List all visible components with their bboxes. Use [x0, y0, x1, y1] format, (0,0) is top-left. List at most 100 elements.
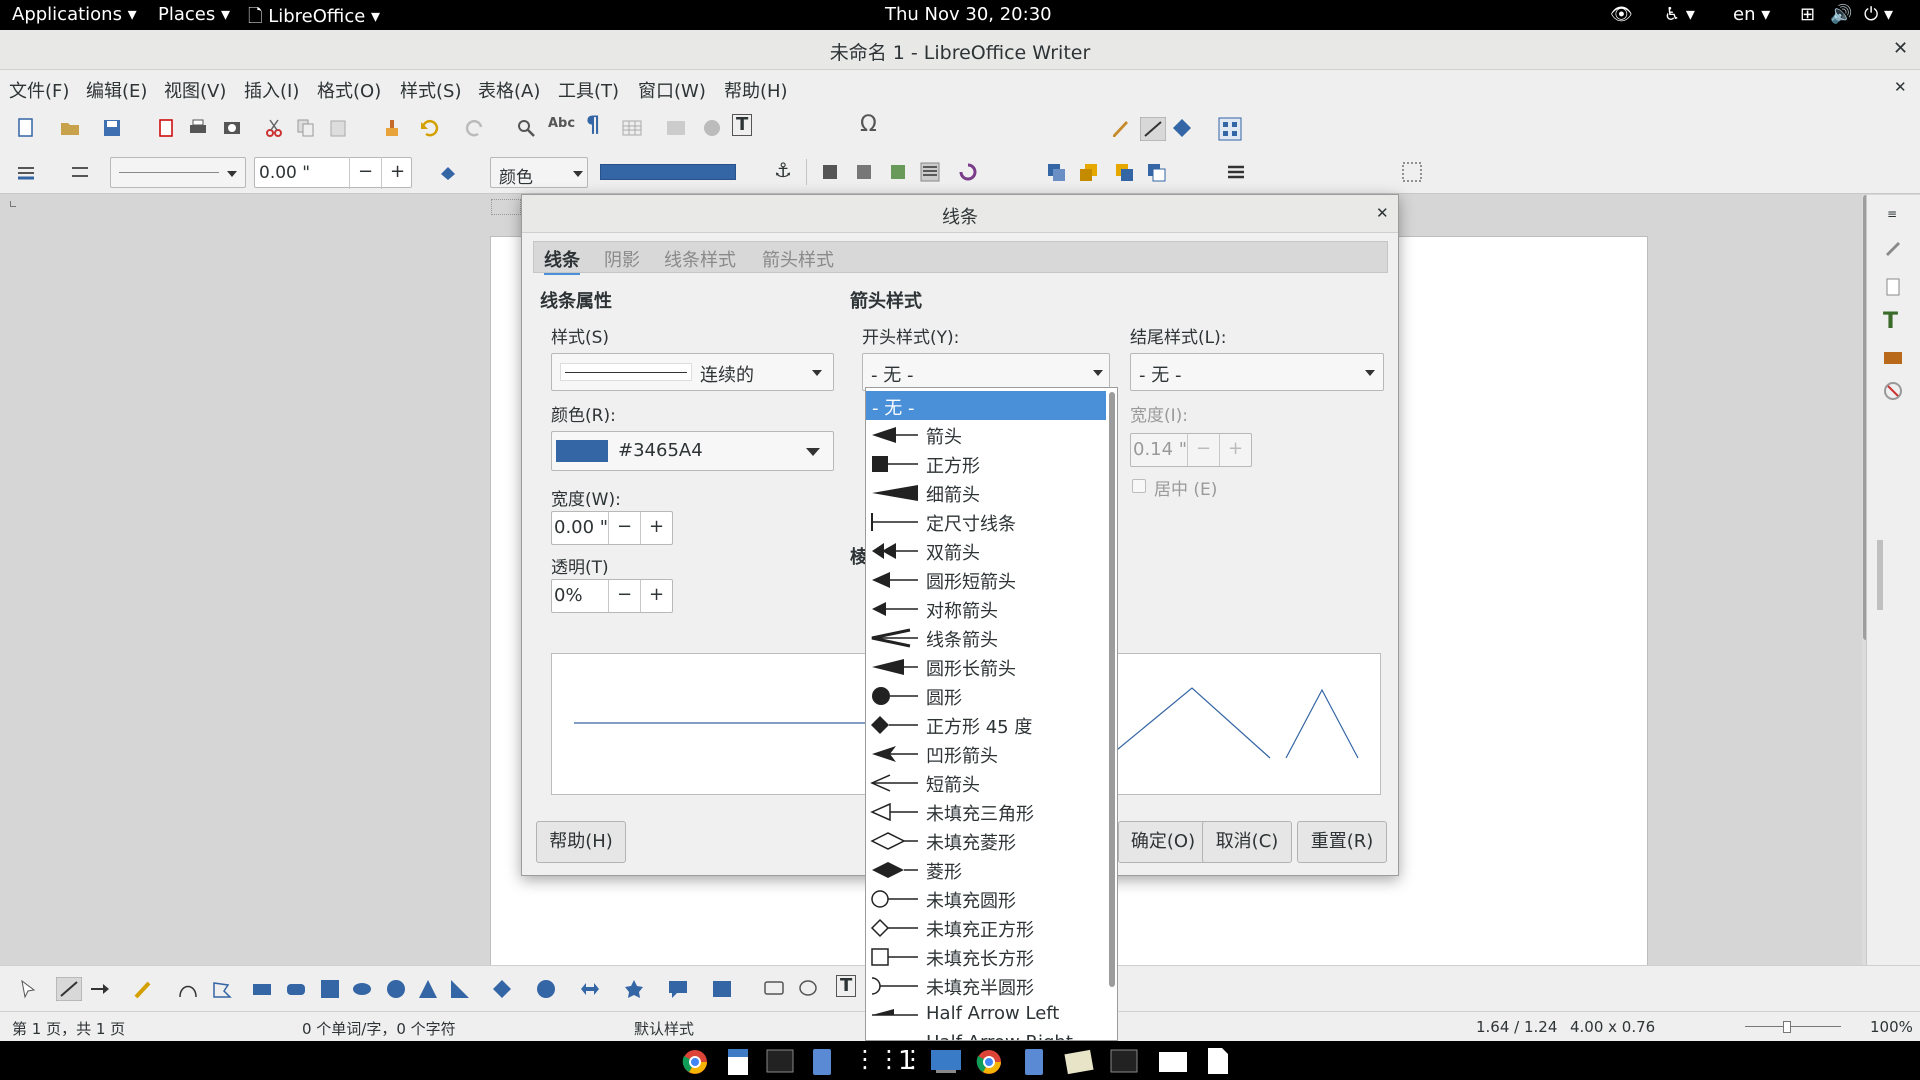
- wrap-through-icon[interactable]: [920, 162, 940, 182]
- end-width-decrement-button[interactable]: −: [1187, 434, 1219, 466]
- line-width-spinbox[interactable]: 0.00 " − +: [254, 157, 412, 189]
- anchor-icon[interactable]: ⚓: [774, 158, 792, 182]
- page-icon[interactable]: [1883, 277, 1903, 297]
- dropdown-option-none[interactable]: - 无 -: [866, 391, 1106, 420]
- image-viewer-icon[interactable]: [1064, 1049, 1094, 1075]
- terminal-icon[interactable]: [766, 1049, 794, 1073]
- dropdown-option-diamond[interactable]: 菱形: [866, 855, 1106, 884]
- to-foreground-icon[interactable]: [1226, 162, 1246, 182]
- dropdown-option-round-short-arrow[interactable]: 圆形短箭头: [866, 565, 1106, 594]
- area-style-select[interactable]: 颜色: [490, 157, 588, 188]
- menu-styles[interactable]: 样式(S): [400, 77, 461, 103]
- open-folder-icon[interactable]: [60, 118, 80, 138]
- arrow-line-icon[interactable]: [90, 979, 110, 999]
- line-style-dropdown[interactable]: 连续的: [551, 353, 834, 391]
- sidebar-toggle-icon[interactable]: [1218, 117, 1242, 141]
- backward-one-icon[interactable]: [1114, 162, 1134, 182]
- document-close-icon[interactable]: ✕: [1894, 78, 1907, 96]
- copy-icon[interactable]: [296, 118, 316, 138]
- flowchart-icon[interactable]: [712, 979, 732, 999]
- page-count[interactable]: 第 1 页，共 1 页: [12, 1018, 125, 1039]
- dropdown-option-line-arrow[interactable]: 线条箭头: [866, 623, 1106, 652]
- print-preview-icon[interactable]: [222, 118, 242, 138]
- redo-icon[interactable]: [464, 118, 484, 138]
- zoom-slider[interactable]: [1745, 1026, 1841, 1027]
- network-icon[interactable]: ⊞: [1800, 4, 1815, 25]
- dialog-close-icon[interactable]: ✕: [1376, 204, 1389, 222]
- wrap-page-icon[interactable]: [854, 162, 874, 182]
- curve-icon[interactable]: [178, 979, 198, 999]
- file-icon[interactable]: [810, 1048, 834, 1076]
- sidebar-menu-icon[interactable]: ≡: [1887, 207, 1897, 221]
- file-icon-2[interactable]: [1022, 1048, 1046, 1076]
- places-menu[interactable]: Places ▾: [158, 4, 230, 25]
- line-tool-icon[interactable]: [1140, 117, 1166, 141]
- polygon-icon[interactable]: [212, 979, 232, 999]
- zoom-level[interactable]: 100%: [1870, 1018, 1913, 1036]
- end-style-dropdown[interactable]: - 无 -: [1130, 353, 1384, 391]
- rounded-rectangle-icon[interactable]: [286, 979, 306, 999]
- chrome-icon[interactable]: [682, 1049, 708, 1075]
- dropdown-option-double-arrow[interactable]: 双箭头: [866, 536, 1106, 565]
- start-style-dropdown[interactable]: - 无 -: [862, 353, 1110, 391]
- window-icon[interactable]: [1158, 1049, 1188, 1073]
- dropdown-option-unfilled-diamond[interactable]: 未填充菱形: [866, 826, 1106, 855]
- menu-edit[interactable]: 编辑(E): [86, 77, 147, 103]
- styles-icon[interactable]: T: [1883, 309, 1898, 334]
- tab-line-styles[interactable]: 线条样式: [664, 246, 736, 272]
- dropdown-scrollbar[interactable]: [1109, 392, 1115, 987]
- print-icon[interactable]: [188, 118, 208, 138]
- spellcheck-icon[interactable]: Abc: [548, 116, 575, 131]
- menu-table[interactable]: 表格(A): [478, 77, 540, 103]
- insert-table-icon[interactable]: [622, 118, 642, 138]
- forward-one-icon[interactable]: [1078, 162, 1098, 182]
- callout-icon[interactable]: [668, 979, 688, 999]
- wrap-off-icon[interactable]: [820, 162, 840, 182]
- page-style[interactable]: 默认样式: [634, 1018, 694, 1039]
- clone-formatting-icon[interactable]: [382, 118, 402, 138]
- dropdown-option-concave-arrow[interactable]: 凹形箭头: [866, 739, 1106, 768]
- star-icon[interactable]: [624, 979, 644, 999]
- line-color-dropdown[interactable]: #3465A4: [551, 431, 834, 471]
- insert-textbox-icon[interactable]: T: [732, 114, 753, 136]
- text-on-shape-icon[interactable]: [1402, 162, 1422, 182]
- square-icon[interactable]: [320, 979, 340, 999]
- width-spinbox[interactable]: 0.00 " − +: [551, 511, 673, 545]
- wrap-optimal-icon[interactable]: [888, 162, 908, 182]
- dropdown-option-dimension-line[interactable]: 定尺寸线条: [866, 507, 1106, 536]
- freeform-line-icon[interactable]: [134, 979, 154, 999]
- tab-line[interactable]: 线条: [544, 246, 580, 275]
- language-menu[interactable]: en ▾: [1733, 4, 1770, 25]
- text-callout-icon[interactable]: [764, 979, 784, 999]
- gallery-icon[interactable]: [1883, 347, 1903, 367]
- dropdown-option-arrow[interactable]: 箭头: [866, 420, 1106, 449]
- special-character-icon[interactable]: Ω: [860, 112, 877, 137]
- dropdown-option-unfilled-square-45[interactable]: 未填充正方形: [866, 913, 1106, 942]
- width-decrement-button[interactable]: −: [608, 512, 640, 544]
- transparency-decrement-button[interactable]: −: [608, 580, 640, 612]
- transparency-spinbox[interactable]: 0% − +: [551, 579, 673, 613]
- chrome-icon-2[interactable]: [976, 1049, 1002, 1075]
- circle-icon[interactable]: [386, 979, 406, 999]
- basic-shapes-icon[interactable]: [1172, 118, 1192, 138]
- dropdown-option-half-arrow-left[interactable]: Half Arrow Left: [866, 1000, 1106, 1029]
- writer-icon[interactable]: [726, 1048, 750, 1076]
- menu-format[interactable]: 格式(O): [317, 77, 381, 103]
- properties-icon[interactable]: [1883, 237, 1903, 257]
- reset-button[interactable]: 重置(R): [1297, 821, 1387, 863]
- select-icon[interactable]: [18, 979, 38, 999]
- ellipse-icon[interactable]: [352, 979, 372, 999]
- transparency-increment-button[interactable]: +: [640, 580, 672, 612]
- dropdown-option-square-45[interactable]: 正方形 45 度: [866, 710, 1106, 739]
- end-width-spinbox[interactable]: 0.14 " − +: [1130, 433, 1252, 467]
- menu-tools[interactable]: 工具(T): [558, 77, 619, 103]
- rectangle-icon[interactable]: [252, 979, 272, 999]
- window-close-icon[interactable]: ✕: [1893, 38, 1908, 59]
- save-icon[interactable]: [102, 118, 122, 138]
- navigator-icon[interactable]: [1883, 381, 1903, 401]
- line-icon[interactable]: [16, 162, 36, 182]
- insert-image-icon[interactable]: [666, 118, 686, 138]
- sidebar-collapse-handle[interactable]: [1877, 540, 1883, 610]
- menu-insert[interactable]: 插入(I): [244, 77, 299, 103]
- line-style-select[interactable]: [110, 157, 246, 188]
